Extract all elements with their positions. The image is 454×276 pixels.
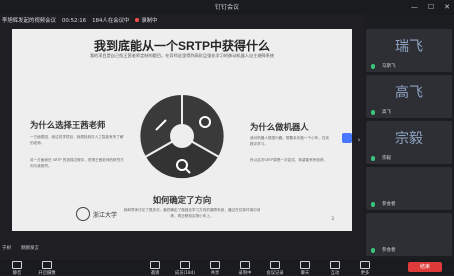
left-paragraph-2: 另一方面我在 SRTP 的选择过程中，觉得王茜老师的研究方向与我相符。 bbox=[30, 158, 124, 168]
notes-button[interactable]: 会议记录 bbox=[260, 261, 290, 276]
invite-icon bbox=[150, 261, 160, 269]
interact-icon bbox=[330, 261, 340, 269]
floating-tool-icon[interactable] bbox=[342, 133, 352, 143]
recording-icon bbox=[135, 18, 140, 22]
slide-subtitle: 我的项目是自己找王茜老师定制的题目，在导师这里得到高阶且强化学习的移动机器人自主… bbox=[89, 53, 275, 58]
interact-button[interactable]: 互动 bbox=[320, 261, 350, 276]
participant-tile[interactable]: 瑞飞 马斯飞 bbox=[366, 29, 452, 72]
mic-icon bbox=[371, 110, 375, 115]
university-logo: 浙江大学 bbox=[76, 207, 117, 221]
speaker-indicator: 于树 刚刚发言 bbox=[2, 245, 39, 251]
chevron-right-icon[interactable]: › bbox=[355, 136, 363, 144]
bottom-toolbar: 静音 开启摄像 邀请 成员(184) 共享 录制中 会议记录 聊天 互动 更多 … bbox=[0, 260, 454, 276]
right-paragraph-2: 所以这次SRTP算是一次尝试，希望能有所收获。 bbox=[250, 158, 328, 162]
right-heading: 为什么做机器人 bbox=[250, 122, 309, 132]
close-icon[interactable]: ✕ bbox=[444, 0, 450, 15]
record-button[interactable]: 录制中 bbox=[230, 261, 260, 276]
maximize-icon[interactable]: ☐ bbox=[428, 0, 434, 15]
share-icon bbox=[210, 261, 220, 269]
diagram-center bbox=[170, 124, 194, 148]
share-button[interactable]: 共享 bbox=[200, 261, 230, 276]
shared-screen: 我到底能从一个SRTP中获得什么 我的项目是自己找王茜老师定制的题目，在导师这里… bbox=[12, 29, 352, 231]
camera-button[interactable]: 开启摄像 bbox=[32, 261, 62, 276]
mic-icon bbox=[12, 261, 22, 269]
left-paragraph-1: 一方面原因，我过初学项目，我想找到在人工智能有所了解的老师。 bbox=[30, 135, 124, 145]
chat-icon bbox=[300, 261, 310, 269]
meeting-title[interactable]: 李旭辉发起的视频会议 bbox=[2, 15, 56, 27]
diagram bbox=[138, 92, 226, 181]
participant-tile[interactable]: 参会者 bbox=[366, 167, 452, 210]
participant-tile[interactable]: 宗毅 宗毅 bbox=[366, 121, 452, 164]
seal-icon bbox=[76, 207, 90, 221]
end-meeting-button[interactable]: 结束 bbox=[408, 262, 442, 272]
mic-icon bbox=[371, 202, 375, 207]
app-title: 钉钉会议 bbox=[214, 4, 239, 11]
participant-count: 184人在会议中 bbox=[92, 18, 130, 24]
invite-button[interactable]: 邀请 bbox=[140, 261, 170, 276]
left-heading: 为什么选择王茜老师 bbox=[30, 120, 106, 130]
chat-button[interactable]: 聊天 bbox=[290, 261, 320, 276]
mic-icon bbox=[371, 156, 375, 161]
notes-icon bbox=[270, 261, 280, 269]
mic-icon bbox=[371, 64, 375, 69]
more-button[interactable]: 更多 bbox=[350, 261, 380, 276]
participant-tile[interactable]: 高飞 高飞 bbox=[366, 75, 452, 118]
speaker-name: 于树 bbox=[2, 246, 11, 251]
mic-icon bbox=[371, 248, 375, 253]
minimize-icon[interactable]: — bbox=[411, 0, 418, 15]
participant-sidebar: 瑞飞 马斯飞 高飞 高飞 宗毅 宗毅 参会者 参会者 bbox=[364, 15, 454, 260]
speaker-label: 刚刚发言 bbox=[21, 246, 39, 251]
meeting-info-bar: 李旭辉发起的视频会议 00:52:16 184人在会议中 录制中 bbox=[0, 15, 364, 27]
page-number: 3 bbox=[331, 217, 334, 222]
right-paragraph-1: 我对机器人很感兴趣，想要亲手做一个小车，在实践中学习。 bbox=[250, 136, 330, 146]
slide-title: 我到底能从一个SRTP中获得什么 bbox=[93, 39, 270, 53]
mute-button[interactable]: 静音 bbox=[2, 261, 32, 276]
slide: 我到底能从一个SRTP中获得什么 我的项目是自己找王茜老师定制的题目，在导师这里… bbox=[12, 29, 352, 231]
bottom-paragraph: 我和导师讨论了很多次，最终确定了做强化学习方向的避障系统，通过在仿真环境中训练，… bbox=[123, 208, 261, 218]
recording-status: 录制中 bbox=[135, 15, 158, 27]
bottom-heading: 如何确定了方向 bbox=[152, 195, 212, 205]
camera-icon bbox=[42, 261, 52, 269]
participant-tile[interactable]: 参会者 bbox=[366, 213, 452, 256]
members-button[interactable]: 成员(184) bbox=[170, 261, 200, 276]
record-icon bbox=[240, 261, 250, 269]
title-bar: 钉钉会议 — ☐ ✕ bbox=[0, 0, 454, 15]
more-icon bbox=[360, 261, 370, 269]
members-icon bbox=[180, 261, 190, 269]
window-controls: — ☐ ✕ bbox=[411, 0, 450, 15]
meeting-timer: 00:52:16 bbox=[61, 18, 87, 24]
